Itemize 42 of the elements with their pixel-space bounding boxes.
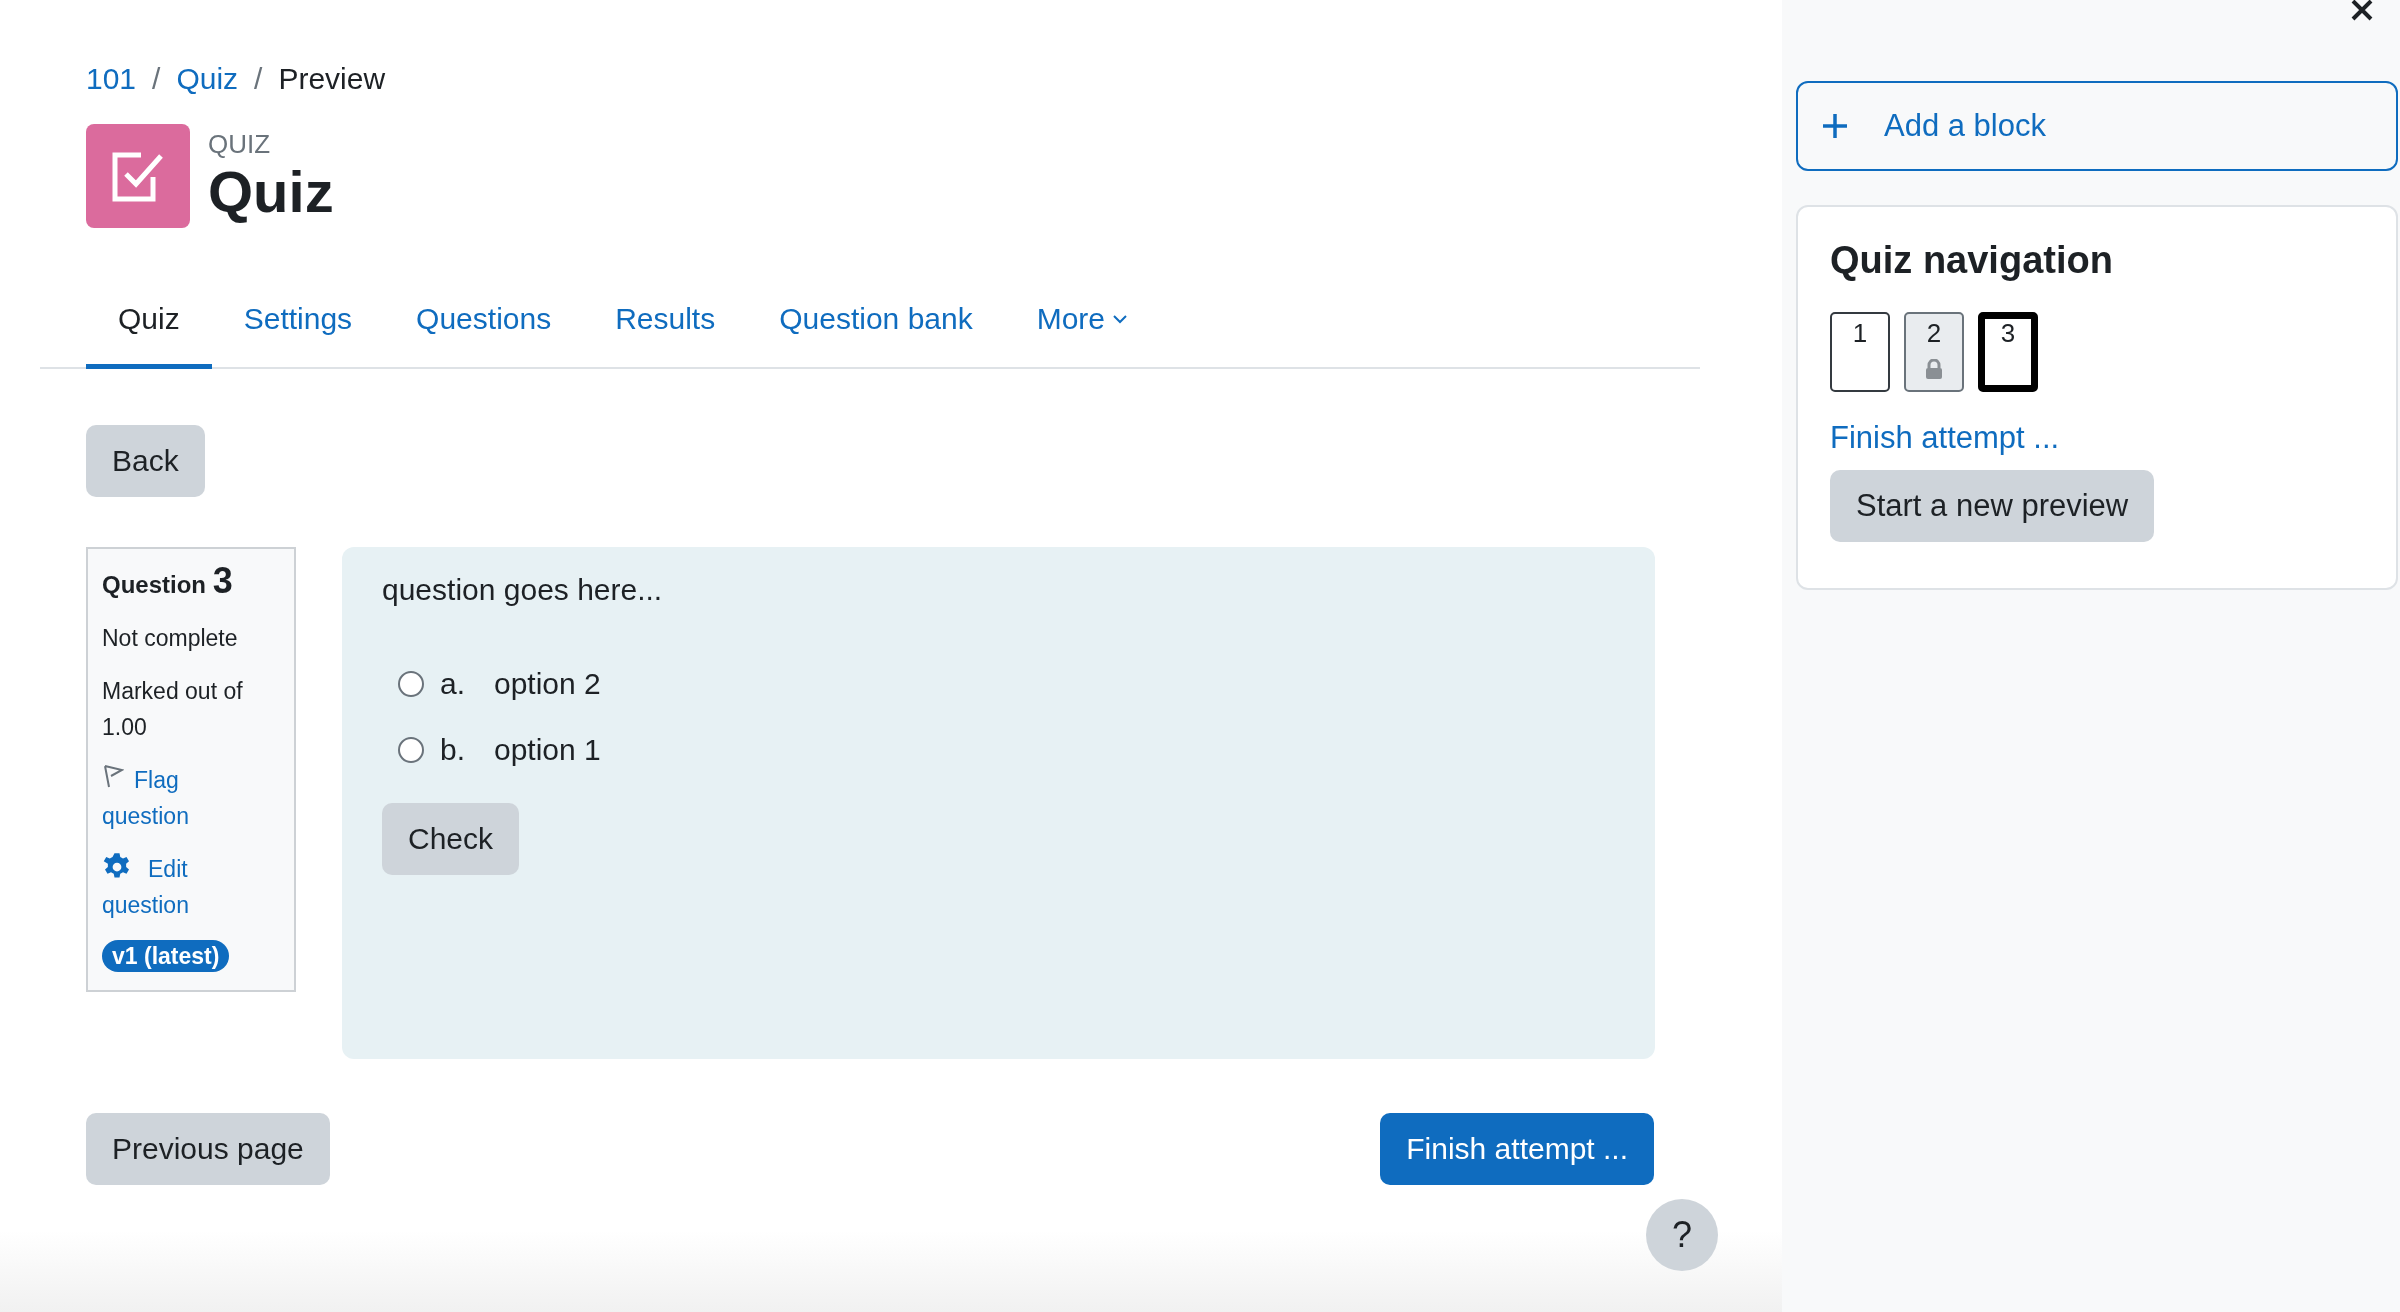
edit-question-link[interactable]: Edit question [102, 851, 252, 923]
help-button[interactable]: ? [1646, 1199, 1718, 1271]
nav-tab[interactable]: Settings [211, 282, 385, 369]
option-label: option 1 [494, 733, 601, 767]
radio-button[interactable] [398, 671, 424, 697]
nav-tab[interactable]: Quiz [86, 282, 212, 369]
close-icon [2350, 0, 2374, 22]
question-nav-button[interactable]: 3 [1978, 312, 2038, 392]
question-nav-button[interactable]: 1 [1830, 312, 1890, 392]
finish-attempt-button[interactable]: Finish attempt ... [1380, 1113, 1654, 1185]
check-button[interactable]: Check [382, 803, 520, 875]
version-badge: v1 (latest) [102, 940, 230, 972]
flag-question-link[interactable]: Flag question [102, 762, 252, 834]
breadcrumb-separator: / [152, 62, 161, 96]
nav-tab[interactable]: More [1004, 282, 1160, 369]
add-block-button[interactable]: Add a block [1796, 81, 2398, 171]
question-marks: Marked out of 1.00 [102, 677, 244, 742]
card-title: Quiz navigation [1830, 239, 2114, 282]
flag-icon [102, 764, 124, 788]
nav-tab[interactable]: Question bank [747, 282, 1005, 369]
nav-tab[interactable]: Results [583, 282, 748, 369]
breadcrumb-link[interactable]: 101 [86, 62, 137, 96]
option-label: option 2 [494, 667, 601, 701]
finish-attempt-link[interactable]: Finish attempt ... [1830, 420, 2364, 456]
activity-type-label: QUIZ [208, 128, 272, 160]
question-number: Question 3 [102, 563, 234, 603]
question-text: question goes here... [382, 573, 664, 607]
previous-page-button[interactable]: Previous page [86, 1113, 330, 1185]
back-button[interactable]: Back [86, 425, 205, 497]
quiz-icon [86, 124, 190, 228]
breadcrumb-separator: / [254, 62, 263, 96]
option-letter: b. [440, 733, 467, 767]
breadcrumb-current: Preview [278, 62, 386, 96]
breadcrumb-link[interactable]: Quiz [176, 62, 239, 96]
question-status: Not complete [102, 624, 239, 653]
question-nav-button[interactable]: 2 [1904, 312, 1964, 392]
nav-tab[interactable]: Questions [384, 282, 584, 369]
start-new-preview-button[interactable]: Start a new preview [1830, 470, 2155, 542]
radio-button[interactable] [398, 737, 424, 763]
plus-icon [1822, 113, 1848, 139]
page-title: Quiz [208, 159, 334, 224]
option-letter: a. [440, 667, 467, 701]
